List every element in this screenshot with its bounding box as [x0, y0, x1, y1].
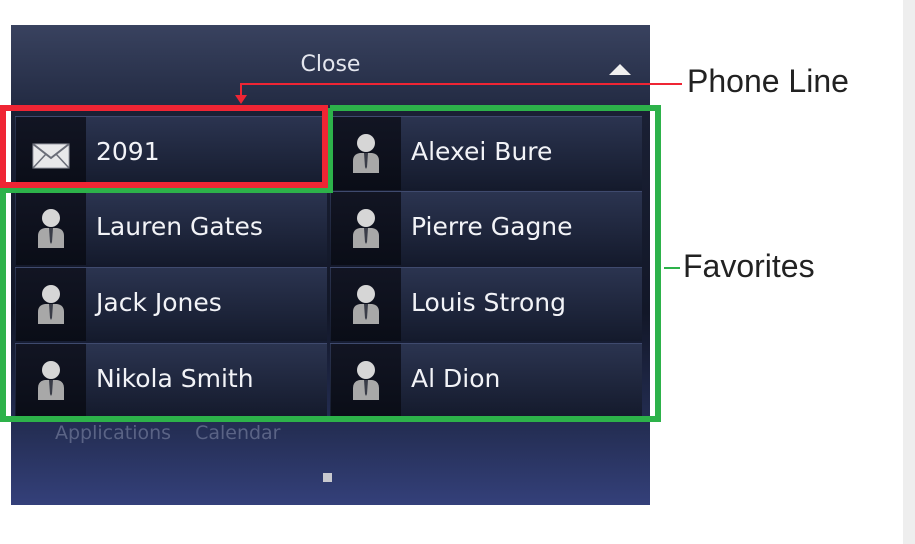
page: Close 2091 Alexei Bure Lauren Gates Pier… [0, 0, 915, 544]
phone-line-callout: Phone Line [687, 63, 849, 99]
favorites-callout: Favorites [683, 248, 815, 284]
scrollbar[interactable] [903, 0, 915, 544]
